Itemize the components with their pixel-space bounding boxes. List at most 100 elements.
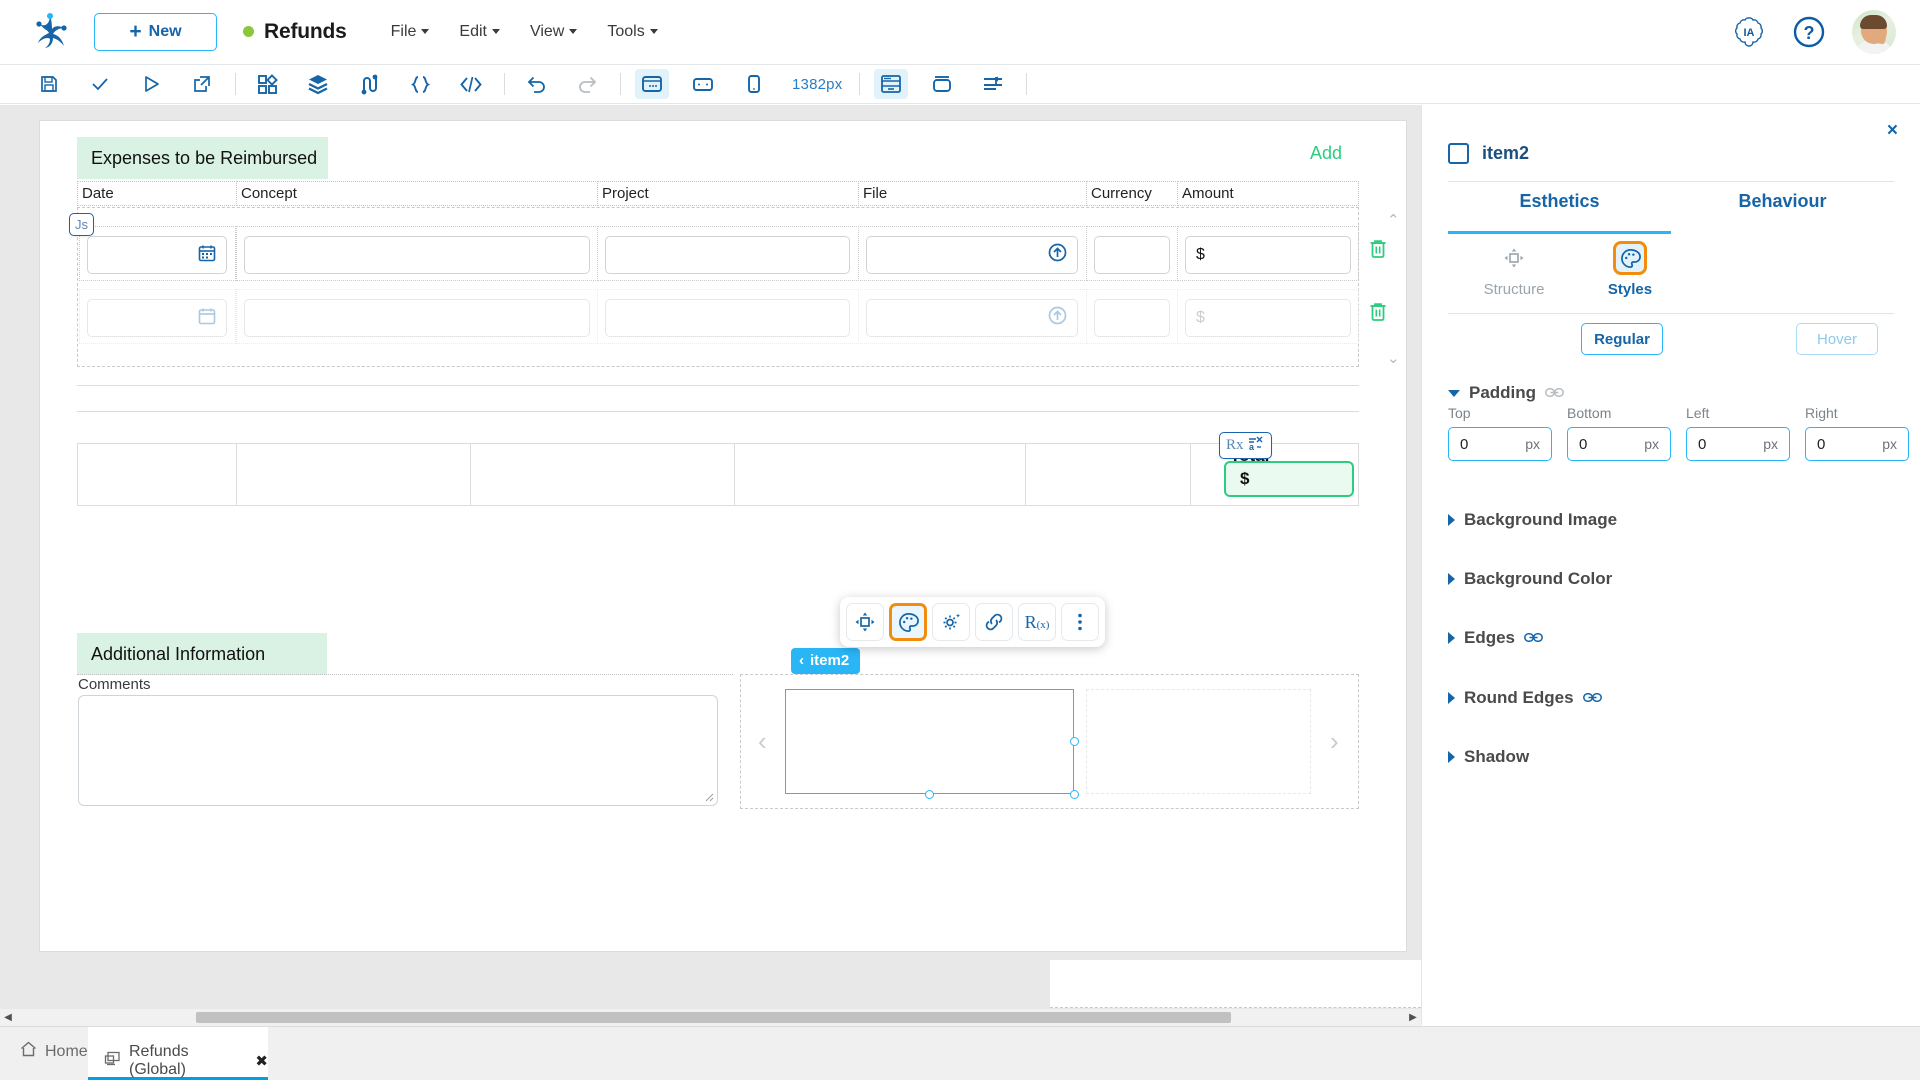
subtab-structure[interactable]: Structure	[1478, 241, 1550, 298]
carousel-slot[interactable]	[1086, 689, 1311, 794]
save-icon[interactable]	[32, 69, 66, 99]
new-button[interactable]: + New	[94, 12, 217, 51]
padding-left-input[interactable]: 0 px	[1686, 427, 1790, 461]
date-field-row2[interactable]	[87, 299, 227, 337]
additional-section-title[interactable]: Additional Information	[77, 633, 327, 675]
section-padding-header[interactable]: Padding	[1448, 383, 1565, 403]
currency-field-row2[interactable]	[1094, 299, 1170, 337]
redo-icon[interactable]	[570, 69, 604, 99]
currency-field-row1[interactable]	[1094, 236, 1170, 274]
file-field-row1[interactable]	[866, 236, 1078, 274]
grid-layout-icon[interactable]	[874, 69, 909, 99]
subtab-styles[interactable]: Styles	[1594, 241, 1666, 298]
tablet-view-icon[interactable]	[686, 69, 720, 99]
avatar[interactable]	[1852, 9, 1896, 54]
project-field-row2[interactable]	[605, 299, 850, 337]
repeater-scroll-down-icon[interactable]: ⌄	[1387, 349, 1400, 367]
section-background-color-header[interactable]: Background Color	[1448, 569, 1612, 589]
amount-field-row2[interactable]: $	[1185, 299, 1351, 337]
code-icon[interactable]	[454, 69, 488, 99]
resize-handle-right[interactable]	[1070, 737, 1079, 746]
section-shadow-header[interactable]: Shadow	[1448, 747, 1529, 767]
tag-back-chevron-icon[interactable]: ‹	[799, 652, 804, 669]
padding-bottom-input[interactable]: 0 px	[1567, 427, 1671, 461]
menu-file[interactable]: File	[391, 23, 430, 41]
connectors-icon[interactable]	[352, 69, 386, 99]
calendar-icon[interactable]	[198, 244, 216, 267]
link-icon[interactable]	[975, 603, 1013, 641]
zoom-level[interactable]: 1382px	[792, 76, 842, 93]
total-field[interactable]: $	[1224, 461, 1354, 497]
play-icon[interactable]	[134, 69, 168, 99]
upload-icon[interactable]	[1048, 243, 1067, 267]
file-field-row2[interactable]	[866, 299, 1078, 337]
delete-row-icon[interactable]	[1367, 238, 1389, 265]
add-expense-link[interactable]: Add	[1310, 143, 1342, 164]
delete-row-icon[interactable]	[1367, 301, 1389, 328]
page-surface[interactable]: Expenses to be Reimbursed Add Date Conce…	[40, 121, 1406, 951]
layers-icon[interactable]	[301, 69, 335, 99]
tab-esthetics[interactable]: Esthetics	[1448, 191, 1671, 224]
help-icon[interactable]: ?	[1792, 15, 1826, 49]
reactive-expression-icon[interactable]: R(x)	[1018, 603, 1056, 641]
move-icon[interactable]	[846, 603, 884, 641]
link-icon[interactable]	[1524, 628, 1543, 648]
scroll-right-icon[interactable]: ▶	[1405, 1012, 1421, 1023]
rx-badge-total[interactable]: Rx a	[1219, 432, 1272, 459]
container-icon[interactable]	[925, 69, 959, 99]
publish-icon[interactable]	[185, 69, 219, 99]
menu-edit[interactable]: Edit	[459, 23, 500, 41]
tab-behaviour[interactable]: Behaviour	[1671, 191, 1894, 224]
state-hover-button[interactable]: Hover	[1796, 323, 1878, 355]
more-vertical-icon[interactable]	[1061, 603, 1099, 641]
scrollbar-thumb[interactable]	[196, 1012, 1231, 1023]
amount-field-row1[interactable]: $	[1185, 236, 1351, 274]
section-edges-header[interactable]: Edges	[1448, 628, 1543, 648]
document-tab-label: Refunds (Global)	[129, 1043, 189, 1078]
repeater-scroll-up-icon[interactable]: ⌃	[1387, 211, 1400, 229]
check-icon[interactable]	[83, 69, 117, 99]
upload-icon[interactable]	[1048, 306, 1067, 330]
filter-icon[interactable]	[976, 69, 1010, 99]
close-icon[interactable]: ✖	[255, 1052, 268, 1070]
comments-textarea[interactable]	[78, 695, 718, 806]
menu-tools[interactable]: Tools	[607, 23, 658, 41]
expenses-section-title[interactable]: Expenses to be Reimbursed	[77, 137, 328, 179]
braces-icon[interactable]	[403, 69, 437, 99]
ia-assistant-icon[interactable]: IA	[1732, 15, 1766, 49]
format-text-icon: a	[1248, 435, 1265, 456]
editor-canvas[interactable]: Expenses to be Reimbursed Add Date Conce…	[0, 105, 1421, 1025]
document-tab-refunds[interactable]: Refunds (Global) ✖	[88, 1027, 268, 1080]
components-icon[interactable]	[250, 69, 284, 99]
undo-icon[interactable]	[519, 69, 553, 99]
menu-view[interactable]: View	[530, 23, 578, 41]
padding-right-input[interactable]: 0 px	[1805, 427, 1909, 461]
home-tab[interactable]: Home	[20, 1041, 88, 1062]
canvas-horizontal-scrollbar[interactable]: ◀ ▶	[0, 1009, 1421, 1026]
settings-sparkle-icon[interactable]	[932, 603, 970, 641]
padding-top-input[interactable]: 0 px	[1448, 427, 1552, 461]
carousel-prev-icon[interactable]: ‹	[758, 726, 767, 757]
link-icon[interactable]	[1582, 688, 1602, 708]
resize-handle-bottom[interactable]	[925, 790, 934, 799]
state-regular-button[interactable]: Regular	[1581, 323, 1663, 355]
scroll-left-icon[interactable]: ◀	[0, 1012, 16, 1023]
concept-field-row2[interactable]	[244, 299, 590, 337]
date-field-row1[interactable]	[87, 236, 227, 274]
element-type-icon[interactable]	[1448, 143, 1469, 164]
carousel-next-icon[interactable]: ›	[1330, 726, 1339, 757]
selected-element-tag[interactable]: ‹ item2	[791, 648, 861, 674]
project-field-row1[interactable]	[605, 236, 850, 274]
calendar-icon[interactable]	[198, 307, 216, 330]
app-logo-icon[interactable]	[30, 12, 72, 52]
resize-handle-corner[interactable]	[1070, 790, 1079, 799]
mobile-view-icon[interactable]	[737, 69, 771, 99]
concept-field-row1[interactable]	[244, 236, 590, 274]
js-badge[interactable]: Js	[69, 213, 94, 236]
desktop-view-icon[interactable]	[635, 69, 669, 99]
close-icon[interactable]: ×	[1887, 120, 1898, 142]
section-round-edges-header[interactable]: Round Edges	[1448, 688, 1602, 708]
link-icon[interactable]	[1545, 383, 1565, 403]
palette-icon[interactable]	[889, 603, 927, 641]
section-background-image-header[interactable]: Background Image	[1448, 510, 1617, 530]
